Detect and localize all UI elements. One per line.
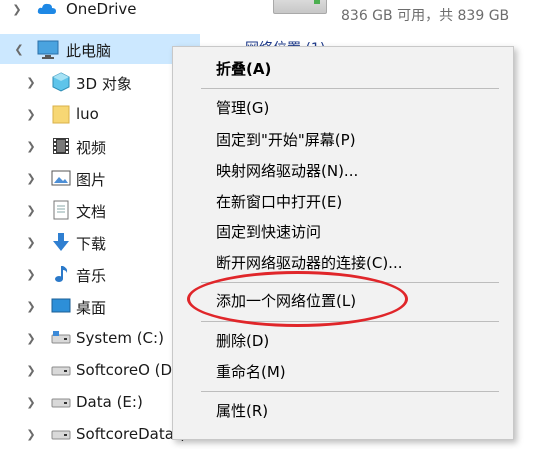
- drive-icon: [50, 359, 72, 381]
- menu-item-properties[interactable]: 属性(R): [216, 398, 268, 424]
- chevron-right-icon[interactable]: ❯: [22, 227, 40, 257]
- tree-item-label: 此电脑: [66, 42, 112, 60]
- chevron-right-icon[interactable]: ❯: [22, 131, 40, 161]
- desktop-icon: [50, 295, 72, 317]
- menu-separator: [201, 321, 499, 322]
- pictures-icon: [50, 167, 72, 189]
- menu-item-manage[interactable]: 管理(G): [216, 95, 269, 121]
- chevron-right-icon[interactable]: ❯: [22, 67, 40, 97]
- download-icon: [50, 231, 72, 253]
- menu-item-map-network-drive[interactable]: 映射网络驱动器(N)...: [216, 158, 358, 184]
- tree-item-label: Data (E:): [76, 393, 143, 411]
- folder-icon: [50, 103, 72, 125]
- menu-item-open-new-window[interactable]: 在新窗口中打开(E): [216, 189, 342, 215]
- tree-item-label: 3D 对象: [76, 75, 132, 93]
- tree-item-3d-objects[interactable]: ❯ 3D 对象: [0, 67, 200, 97]
- menu-item-pin-start[interactable]: 固定到"开始"屏幕(P): [216, 127, 356, 153]
- music-icon: [50, 263, 72, 285]
- context-menu: 折叠(A) 管理(G) 固定到"开始"屏幕(P) 映射网络驱动器(N)... 在…: [172, 46, 514, 440]
- chevron-right-icon[interactable]: ❯: [22, 259, 40, 289]
- tree-item-label: 音乐: [76, 267, 107, 285]
- tree-item-pictures[interactable]: ❯ 图片: [0, 163, 200, 193]
- menu-separator: [201, 88, 499, 89]
- tree-item-luo[interactable]: ❯ luo: [0, 99, 200, 129]
- menu-item-delete[interactable]: 删除(D): [216, 328, 269, 354]
- tree-item-downloads[interactable]: ❯ 下载: [0, 227, 200, 257]
- tree-item-label: SoftcoreO (D: [76, 361, 173, 379]
- chevron-right-icon[interactable]: ❯: [22, 355, 40, 385]
- drive-icon: [273, 0, 327, 14]
- tree-item-videos[interactable]: ❯ 视频: [0, 131, 200, 161]
- tree-item-label: System (C:): [76, 329, 164, 347]
- menu-separator: [201, 391, 499, 392]
- navigation-pane: ❯ OneDrive ❮ 此电脑 ❯ 3D 对象 ❯ luo ❯ 视频 ❯ 图片…: [0, 0, 200, 443]
- tree-item-drive-e[interactable]: ❯ Data (E:): [0, 387, 200, 417]
- tree-item-label: 下载: [76, 235, 107, 253]
- drive-icon: [50, 327, 72, 349]
- tree-item-label: OneDrive: [66, 0, 137, 18]
- chevron-right-icon[interactable]: ❯: [22, 291, 40, 321]
- tree-item-desktop[interactable]: ❯ 桌面: [0, 291, 200, 321]
- 3d-objects-icon: [50, 71, 72, 93]
- tree-item-drive-c[interactable]: ❯ System (C:): [0, 323, 200, 353]
- tree-item-label: 视频: [76, 139, 107, 157]
- documents-icon: [50, 199, 72, 221]
- menu-item-rename[interactable]: 重命名(M): [216, 359, 286, 385]
- drive-free-space: 836 GB 可用，共 839 GB: [341, 8, 510, 24]
- menu-item-collapse[interactable]: 折叠(A): [216, 56, 271, 82]
- chevron-right-icon[interactable]: ❯: [22, 387, 40, 417]
- computer-icon: [36, 38, 59, 60]
- tree-item-documents[interactable]: ❯ 文档: [0, 195, 200, 225]
- menu-separator: [201, 282, 499, 283]
- tree-item-label: 图片: [76, 171, 107, 189]
- tree-item-drive-f[interactable]: ❯ SoftcoreData (F: [0, 419, 200, 449]
- menu-item-disconnect-network-drive[interactable]: 断开网络驱动器的连接(C)...: [216, 250, 402, 276]
- chevron-right-icon[interactable]: ❯: [22, 99, 40, 129]
- tree-item-label: 文档: [76, 203, 107, 221]
- menu-item-pin-quick-access[interactable]: 固定到快速访问: [216, 219, 321, 245]
- tree-item-drive-d[interactable]: ❯ SoftcoreO (D: [0, 355, 200, 385]
- menu-item-add-network-location[interactable]: 添加一个网络位置(L): [216, 288, 356, 314]
- tree-item-this-pc[interactable]: ❮ 此电脑: [0, 34, 200, 64]
- drive-icon: [50, 391, 72, 413]
- chevron-right-icon[interactable]: ❯: [8, 0, 26, 24]
- tree-item-label: luo: [76, 105, 99, 123]
- tree-item-music[interactable]: ❯ 音乐: [0, 259, 200, 289]
- drive-icon: [50, 423, 72, 445]
- chevron-down-icon[interactable]: ❮: [10, 34, 28, 64]
- video-icon: [50, 135, 72, 157]
- tree-item-onedrive[interactable]: ❯ OneDrive: [0, 0, 200, 24]
- chevron-right-icon[interactable]: ❯: [22, 419, 40, 449]
- chevron-right-icon[interactable]: ❯: [22, 323, 40, 353]
- tree-item-label: 桌面: [76, 299, 107, 317]
- chevron-right-icon[interactable]: ❯: [22, 195, 40, 225]
- chevron-right-icon[interactable]: ❯: [22, 163, 40, 193]
- onedrive-cloud-icon: [36, 0, 58, 20]
